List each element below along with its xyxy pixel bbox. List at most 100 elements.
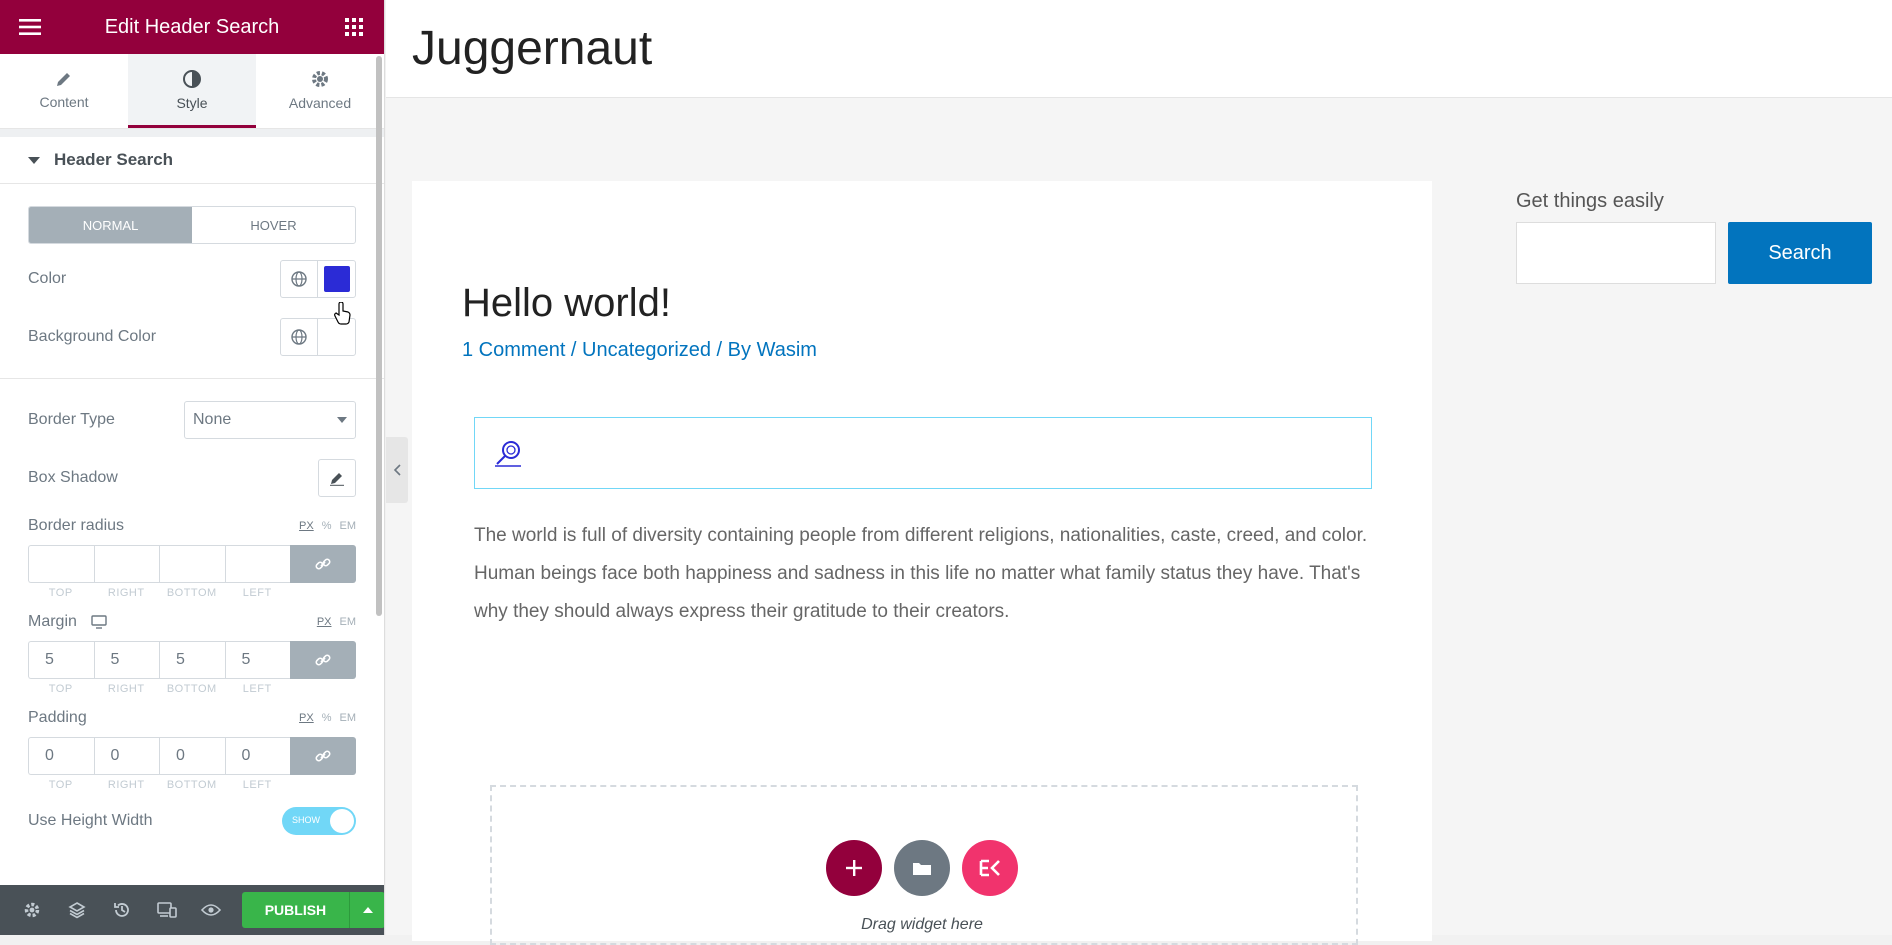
padding-label: Padding [28,709,87,726]
global-color-icon[interactable] [281,319,319,355]
preview-canvas: Juggernaut Hello world! 1 Comment / Unca… [386,0,1892,945]
color-label: Color [28,270,67,287]
unit-px[interactable]: PX [299,520,314,532]
unit-percent[interactable]: % [322,712,332,724]
border-radius-inputs [28,545,356,583]
border-radius-left-input[interactable] [224,545,290,583]
section-header-search[interactable]: Header Search [0,129,384,184]
margin-units: PX EM [317,616,356,628]
hamburger-menu-icon[interactable] [16,13,44,41]
post-body: The world is full of diversity containin… [474,525,1368,622]
border-type-select[interactable]: None [184,401,356,439]
caret-down-icon [28,156,40,164]
dim-label-top: TOP [48,587,73,599]
tab-content[interactable]: Content [0,54,128,128]
drop-zone-buttons [412,840,1432,896]
panel-title: Edit Header Search [104,15,280,38]
widgets-grid-icon[interactable] [340,13,368,41]
search-icon[interactable] [493,438,523,468]
padding-top-input[interactable]: 0 [28,737,94,775]
state-tab-normal[interactable]: NORMAL [29,207,192,243]
responsive-mode-icon[interactable] [144,885,189,935]
color-picker [280,260,356,298]
border-type-control: Border Type None [28,401,356,439]
border-radius-label: Border radius [28,517,125,534]
padding-dim-labels: TOP RIGHT BOTTOM LEFT [28,779,356,791]
panel-tabs: Content Style Advanced [0,54,384,129]
unit-px[interactable]: PX [299,712,314,724]
unit-percent[interactable]: % [322,520,332,532]
publish-options-button[interactable] [349,892,384,928]
site-title[interactable]: Juggernaut [412,21,652,76]
border-radius-dim-labels: TOP RIGHT BOTTOM LEFT [28,587,356,599]
border-radius-right-input[interactable] [93,545,159,583]
header-search-widget[interactable] [474,417,1372,489]
color-swatch-fill [323,266,350,292]
toggle-knob [330,809,354,833]
preview-eye-icon[interactable] [189,885,234,935]
dim-label-top: TOP [48,683,73,695]
margin-right-input[interactable]: 5 [93,641,159,679]
tab-advanced[interactable]: Advanced [256,54,384,128]
dim-label-spacer [290,587,356,599]
use-height-width-toggle[interactable]: SHOW [282,807,356,835]
use-height-width-control: Use Height Width SHOW [28,807,356,835]
dim-label-right: RIGHT [107,683,145,695]
panel-scrollbar[interactable] [376,56,382,616]
padding-bottom-input[interactable]: 0 [159,737,225,775]
dim-label-left: LEFT [242,683,272,695]
contrast-icon [183,69,201,88]
history-icon[interactable] [100,885,145,935]
add-template-button[interactable] [894,840,950,896]
unit-px[interactable]: PX [317,616,332,628]
sidebar-search-input[interactable] [1516,222,1716,284]
margin-left-input[interactable]: 5 [224,641,290,679]
margin-top-input[interactable]: 5 [28,641,94,679]
navigator-layers-icon[interactable] [55,885,100,935]
chevron-left-icon [393,464,401,476]
margin-label: Margin [28,613,77,630]
settings-gear-icon[interactable] [10,885,55,935]
publish-button[interactable]: PUBLISH [241,892,350,928]
margin-header: Margin PX EM [28,613,356,631]
border-radius-bottom-input[interactable] [159,545,225,583]
padding-units: PX % EM [299,712,356,724]
sidebar-search-button[interactable]: Search [1728,222,1872,284]
post-title[interactable]: Hello world! [462,281,671,326]
link-icon [315,558,331,570]
link-values-button[interactable] [290,641,356,679]
border-type-label: Border Type [28,411,115,428]
padding-right-input[interactable]: 0 [93,737,159,775]
tab-style-label: Style [176,94,208,111]
dim-label-left: LEFT [242,779,272,791]
box-shadow-edit-button[interactable] [318,459,356,497]
unit-em[interactable]: EM [340,616,357,628]
global-color-icon[interactable] [281,261,319,297]
color-swatch[interactable] [318,261,355,297]
caret-up-icon [362,907,373,913]
link-values-button[interactable] [290,545,356,583]
margin-bottom-input[interactable]: 5 [159,641,225,679]
unit-em[interactable]: EM [340,520,357,532]
link-icon [315,750,331,762]
state-tab-hover[interactable]: HOVER [192,207,355,243]
editor-panel: Edit Header Search Content Style Advance… [0,0,385,935]
panel-topbar: Edit Header Search [0,0,384,54]
padding-left-input[interactable]: 0 [224,737,290,775]
margin-inputs: 5 5 5 5 [28,641,356,679]
state-tabs: NORMAL HOVER [28,206,356,244]
elementskit-button[interactable] [962,840,1018,896]
tab-style[interactable]: Style [128,54,256,128]
desktop-icon[interactable] [91,615,107,629]
mouse-cursor-icon [334,301,352,331]
unit-em[interactable]: EM [340,712,357,724]
dim-label-spacer [290,779,356,791]
border-radius-top-input[interactable] [28,545,94,583]
collapse-panel-button[interactable] [386,437,408,503]
post-meta[interactable]: 1 Comment / Uncategorized / By Wasim [462,339,817,362]
bg-color-label: Background Color [28,328,157,345]
add-section-button[interactable] [826,840,882,896]
dim-label-bottom: BOTTOM [166,683,217,695]
dim-label-top: TOP [48,779,73,791]
link-values-button[interactable] [290,737,356,775]
